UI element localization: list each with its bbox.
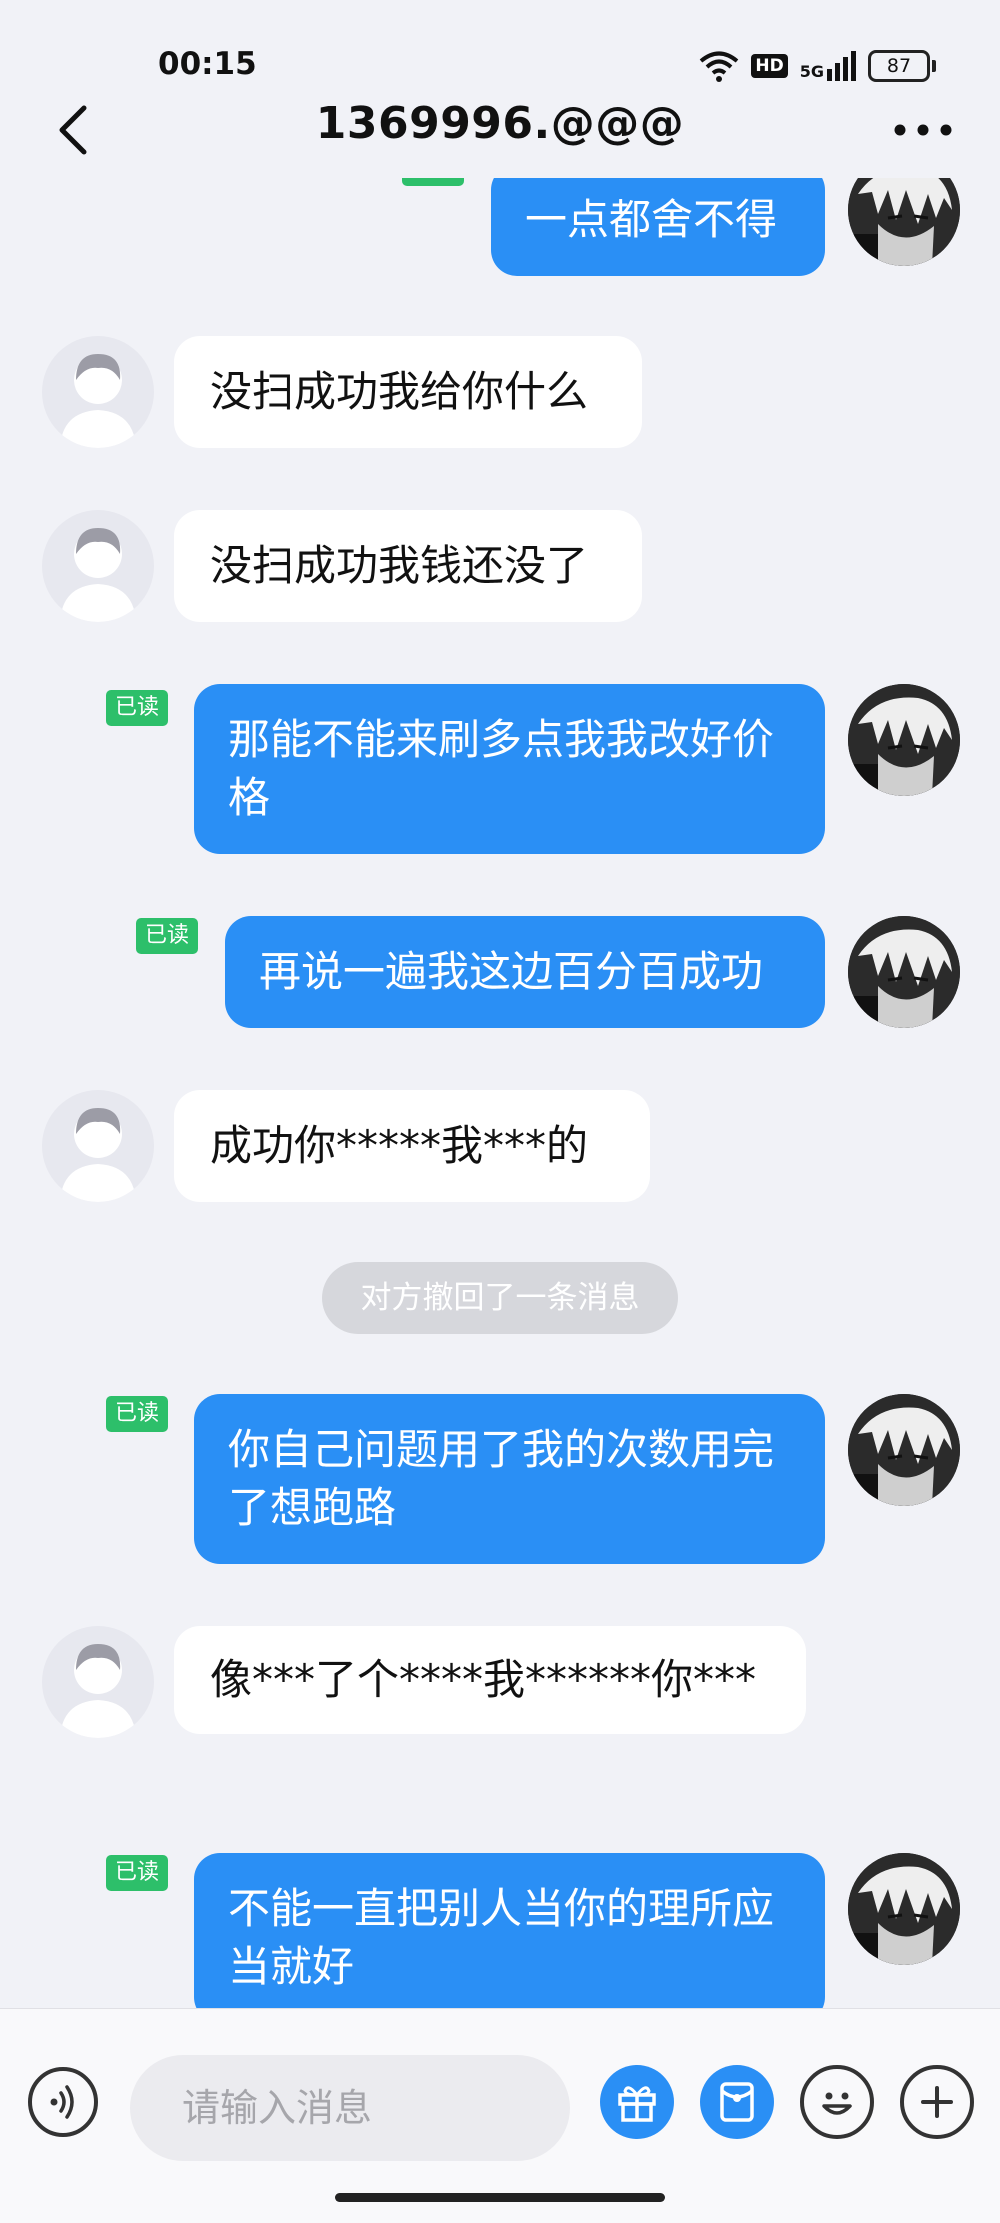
battery-icon: 87 [868, 50, 936, 82]
emoji-icon [822, 2092, 852, 2115]
contact-avatar[interactable] [42, 336, 154, 448]
red-packet-icon [720, 2082, 754, 2122]
message-row: 成功你*****我***的 [0, 1090, 1000, 1208]
message-row: 已读 一点都舍不得 [0, 178, 1000, 282]
signal-icon: 5G [800, 51, 856, 81]
outgoing-message[interactable]: 那能不能来刷多点我我改好价格 [194, 684, 825, 854]
outgoing-message[interactable]: 你自己问题用了我的次数用完了想跑路 [194, 1394, 825, 1564]
outgoing-message[interactable]: 不能一直把别人当你的理所应当就好 [194, 1853, 825, 2008]
incoming-message[interactable]: 成功你*****我***的 [174, 1090, 650, 1202]
read-badge: 已读 [402, 178, 465, 186]
plus-button[interactable] [900, 2065, 974, 2139]
incoming-message[interactable]: 像***了个****我******你*** [174, 1626, 806, 1734]
system-notice: 对方撤回了一条消息 [322, 1262, 678, 1334]
message-row: 没扫成功我钱还没了 [0, 510, 1000, 628]
self-avatar[interactable] [848, 916, 960, 1028]
message-row: 已读 你自己问题用了我的次数用完了想跑路 [0, 1394, 1000, 1570]
read-badge: 已读 [106, 1396, 169, 1432]
message-row: 已读 那能不能来刷多点我我改好价格 [0, 684, 1000, 860]
self-avatar[interactable] [848, 684, 960, 796]
more-horizontal-icon[interactable] [888, 110, 958, 150]
outgoing-message[interactable]: 再说一遍我这边百分百成功 [225, 916, 825, 1028]
plus-icon [921, 2086, 953, 2118]
self-avatar[interactable] [848, 1853, 960, 1965]
hd-icon: HD [751, 54, 788, 78]
voice-icon [50, 2085, 74, 2119]
contact-avatar[interactable] [42, 1090, 154, 1202]
gift-button[interactable] [600, 2065, 674, 2139]
incoming-message[interactable]: 没扫成功我给你什么 [174, 336, 642, 448]
self-avatar[interactable] [848, 1394, 960, 1506]
read-badge: 已读 [106, 1855, 169, 1891]
message-row: 没扫成功我给你什么 [0, 336, 1000, 454]
home-indicator[interactable] [335, 2193, 665, 2202]
message-row: 已读 再说一遍我这边百分百成功 [0, 916, 1000, 1034]
read-badge: 已读 [106, 690, 169, 726]
incoming-message[interactable]: 没扫成功我钱还没了 [174, 510, 642, 622]
input-bar [0, 2008, 1000, 2223]
contact-avatar[interactable] [42, 510, 154, 622]
message-row: 已读 不能一直把别人当你的理所应当就好 [0, 1853, 1000, 2008]
battery-level: 87 [886, 55, 912, 77]
read-badge: 已读 [136, 918, 199, 954]
status-icons: HD 5G 87 [699, 46, 936, 86]
chat-title: 1369996.@@@ [315, 98, 685, 149]
contact-avatar[interactable] [42, 1626, 154, 1738]
emoji-button[interactable] [800, 2065, 874, 2139]
message-list[interactable]: 已读 一点都舍不得 没扫成功我给你什么 没扫成功我钱还没了 已读 那能不能来刷多… [0, 178, 1000, 2008]
network-type: 5G [799, 62, 824, 81]
gift-icon [618, 2086, 656, 2122]
message-input[interactable] [130, 2055, 570, 2161]
message-row: 像***了个****我******你*** [0, 1626, 1000, 1796]
status-time: 00:15 [158, 46, 257, 82]
outgoing-message[interactable]: 一点都舍不得 [491, 178, 825, 276]
red-packet-button[interactable] [700, 2065, 774, 2139]
chat-header: 1369996.@@@ [0, 84, 1000, 174]
voice-button[interactable] [28, 2067, 98, 2137]
self-avatar[interactable] [848, 178, 960, 266]
wifi-icon [700, 51, 739, 82]
